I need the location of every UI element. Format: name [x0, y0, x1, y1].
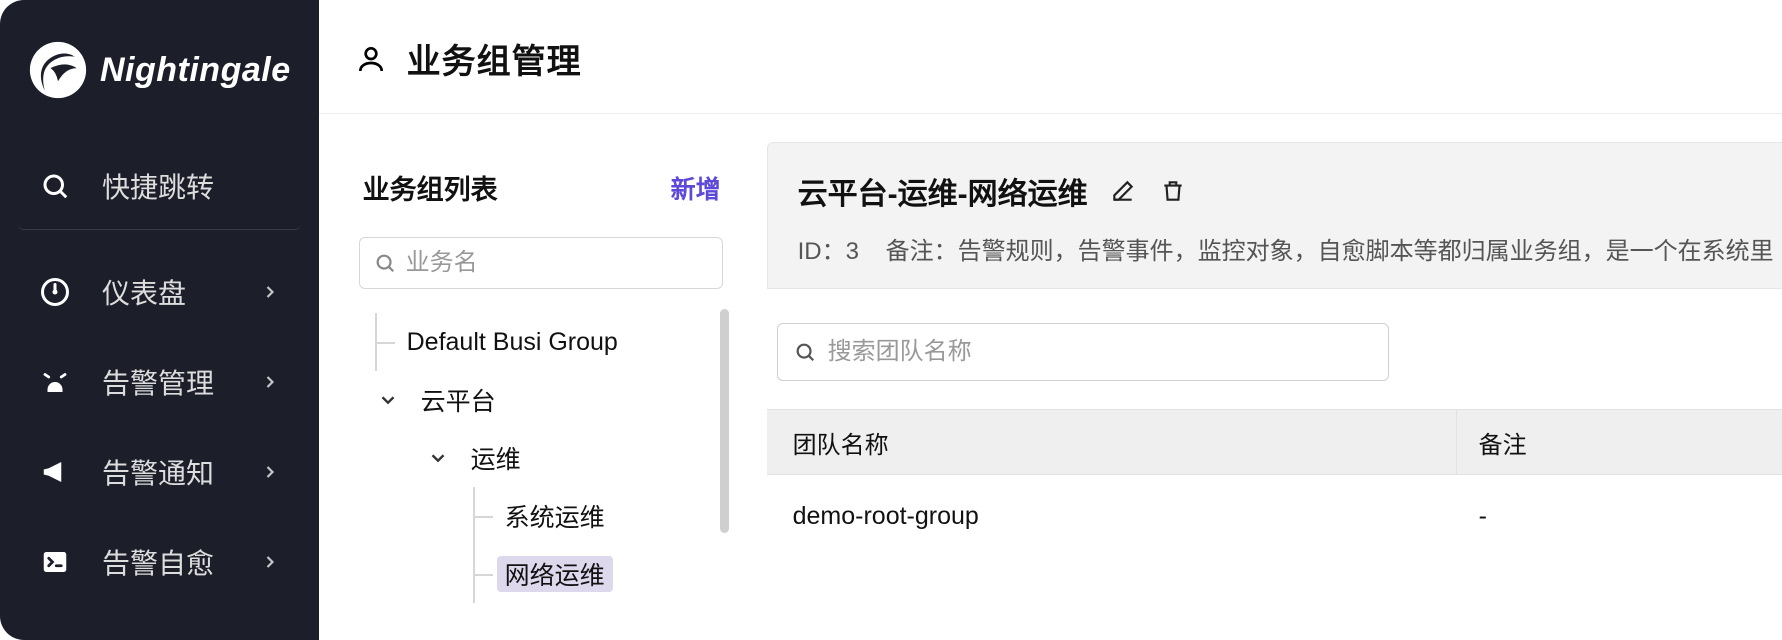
tree-node[interactable]: 网络运维 — [359, 545, 721, 603]
col-team-name: 团队名称 — [767, 410, 1457, 474]
chevron-down-icon[interactable] — [373, 385, 403, 415]
team-table: 团队名称 备注 demo-root-group- — [767, 409, 1782, 557]
table-row[interactable]: demo-root-group- — [767, 475, 1782, 557]
chevron-right-icon — [259, 461, 281, 483]
tree-node-label: 运维 — [463, 440, 529, 476]
alarm-icon — [38, 365, 72, 399]
user-icon — [355, 43, 387, 75]
detail-header: 云平台-运维-网络运维 ID：3 备注：告警规则，告警事件，监控对象，自愈脚本等… — [767, 142, 1782, 289]
tree-line-icon — [473, 487, 497, 545]
page-title: 业务组管理 — [407, 34, 582, 83]
team-search-input[interactable] — [828, 338, 1372, 366]
group-search-box[interactable] — [359, 237, 723, 289]
cell-team-name: demo-root-group — [767, 502, 1457, 531]
megaphone-icon — [38, 455, 72, 489]
nav-alert-notify[interactable]: 告警通知 — [18, 436, 301, 508]
detail-title: 云平台-运维-网络运维 — [798, 169, 1088, 213]
chevron-right-icon — [259, 551, 281, 573]
search-icon — [38, 169, 72, 203]
nav-item-label: 告警通知 — [102, 452, 259, 492]
cell-note: - — [1457, 502, 1782, 531]
page-header: 业务组管理 — [319, 0, 1782, 114]
nav-item-label: 仪表盘 — [102, 272, 259, 312]
logo[interactable]: Nightingale — [0, 24, 319, 152]
detail-meta: ID：3 备注：告警规则，告警事件，监控对象，自愈脚本等都归属业务组，是一个在系… — [798, 231, 1774, 266]
delete-button[interactable] — [1158, 176, 1188, 206]
tree-node-label: Default Busi Group — [399, 328, 626, 357]
nav-item-label: 告警自愈 — [102, 542, 259, 582]
group-detail-panel: 云平台-运维-网络运维 ID：3 备注：告警规则，告警事件，监控对象，自愈脚本等… — [767, 142, 1782, 640]
nav-alert-manage[interactable]: 告警管理 — [18, 346, 301, 418]
tree-node[interactable]: 运维 — [359, 429, 721, 487]
id-value: 3 — [846, 238, 859, 265]
tree-node[interactable]: Default Busi Group — [359, 313, 721, 371]
tree-node[interactable]: 云平台 — [359, 371, 721, 429]
gauge-icon — [38, 275, 72, 309]
note-label: 备注： — [886, 238, 958, 265]
group-list-panel: 业务组列表 新增 Default Busi Group 云平台运维系统运维网络运维 — [353, 142, 727, 640]
nav-alert-selfheal[interactable]: 告警自愈 — [18, 526, 301, 598]
terminal-icon — [38, 545, 72, 579]
tree-node-label: 云平台 — [413, 382, 504, 418]
team-search-box[interactable] — [777, 323, 1389, 381]
nav: 快捷跳转 仪表盘 — [0, 152, 319, 598]
add-group-link[interactable]: 新增 — [671, 170, 721, 206]
nightingale-logo-icon — [28, 40, 88, 100]
table-header: 团队名称 备注 — [767, 409, 1782, 475]
col-note: 备注 — [1457, 425, 1782, 460]
chevron-right-icon — [259, 281, 281, 303]
tree-node-label: 系统运维 — [497, 498, 613, 534]
tree-scrollbar[interactable] — [720, 309, 729, 533]
tree-node[interactable]: 系统运维 — [359, 487, 721, 545]
main: 业务组管理 业务组列表 新增 Default Busi Group 云平台运维系统… — [319, 0, 1782, 640]
chevron-down-icon[interactable] — [423, 443, 453, 473]
group-list-title: 业务组列表 — [363, 168, 498, 207]
nav-dashboards[interactable]: 仪表盘 — [18, 256, 301, 328]
id-label: ID： — [798, 238, 846, 265]
nav-quick-jump[interactable]: 快捷跳转 — [18, 152, 301, 230]
tree-line-icon — [375, 313, 399, 371]
note-value: 告警规则，告警事件，监控对象，自愈脚本等都归属业务组，是一个在系统里 — [958, 238, 1774, 265]
brand-text: Nightingale — [100, 51, 291, 90]
sidebar: Nightingale 快捷跳转 仪表 — [0, 0, 319, 640]
group-search-input[interactable] — [406, 249, 716, 277]
search-icon — [374, 252, 396, 274]
group-tree: Default Busi Group 云平台运维系统运维网络运维 — [353, 313, 727, 603]
nav-quick-jump-label: 快捷跳转 — [102, 166, 281, 206]
tree-line-icon — [473, 545, 497, 603]
search-icon — [794, 341, 816, 363]
edit-button[interactable] — [1108, 176, 1138, 206]
nav-item-label: 告警管理 — [102, 362, 259, 402]
tree-node-label: 网络运维 — [497, 556, 613, 592]
chevron-right-icon — [259, 371, 281, 393]
